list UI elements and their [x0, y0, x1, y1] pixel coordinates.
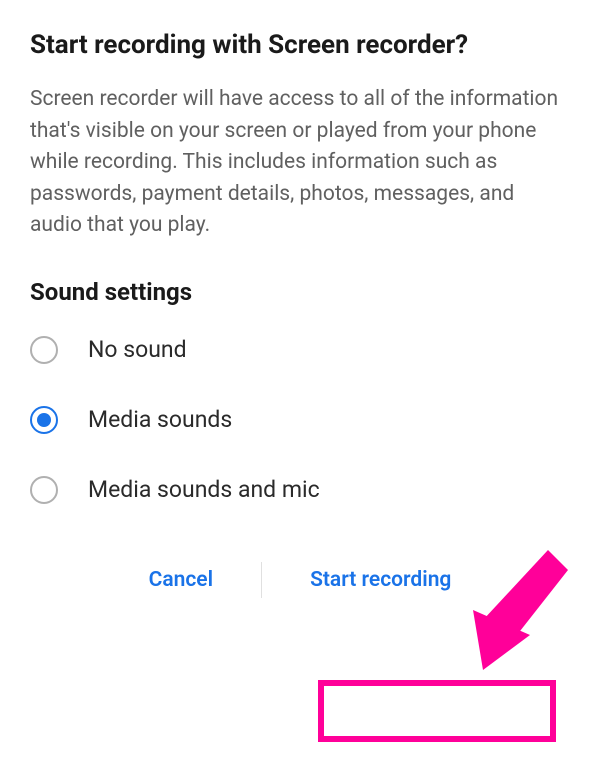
radio-label: Media sounds: [88, 406, 232, 433]
dialog-description: Screen recorder will have access to all …: [30, 84, 570, 242]
sound-settings-title: Sound settings: [30, 278, 570, 306]
cancel-button[interactable]: Cancel: [121, 554, 241, 606]
radio-no-sound[interactable]: No sound: [30, 336, 570, 364]
radio-label: No sound: [88, 336, 187, 363]
dialog-title: Start recording with Screen recorder?: [30, 30, 570, 60]
radio-icon: [30, 476, 58, 504]
radio-icon: [30, 406, 58, 434]
start-recording-button[interactable]: Start recording: [282, 554, 479, 606]
radio-media-sounds[interactable]: Media sounds: [30, 406, 570, 434]
radio-media-sounds-mic[interactable]: Media sounds and mic: [30, 476, 570, 504]
sound-settings-group: No sound Media sounds Media sounds and m…: [30, 336, 570, 504]
radio-label: Media sounds and mic: [88, 476, 320, 503]
radio-icon: [30, 336, 58, 364]
annotation-highlight-box: [318, 680, 556, 742]
dialog-buttons: Cancel Start recording: [30, 554, 570, 606]
button-divider: [261, 562, 262, 598]
